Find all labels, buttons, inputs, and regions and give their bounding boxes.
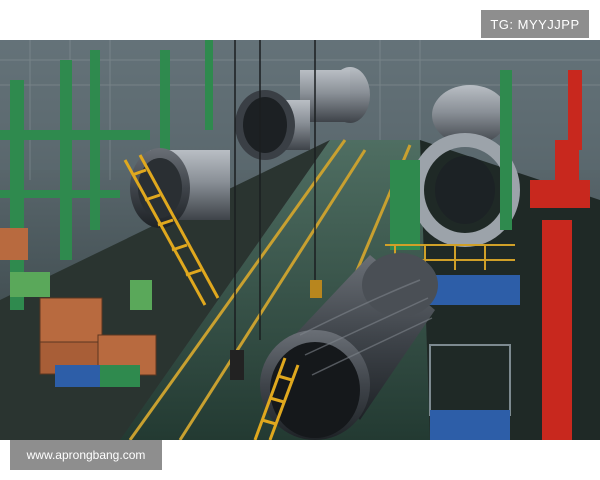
watermark-site: www.aprongbang.com bbox=[10, 440, 162, 470]
factory-scene bbox=[0, 40, 600, 440]
factory-photo bbox=[0, 40, 600, 440]
watermark-tag: TG: MYYJJPP bbox=[481, 10, 589, 38]
